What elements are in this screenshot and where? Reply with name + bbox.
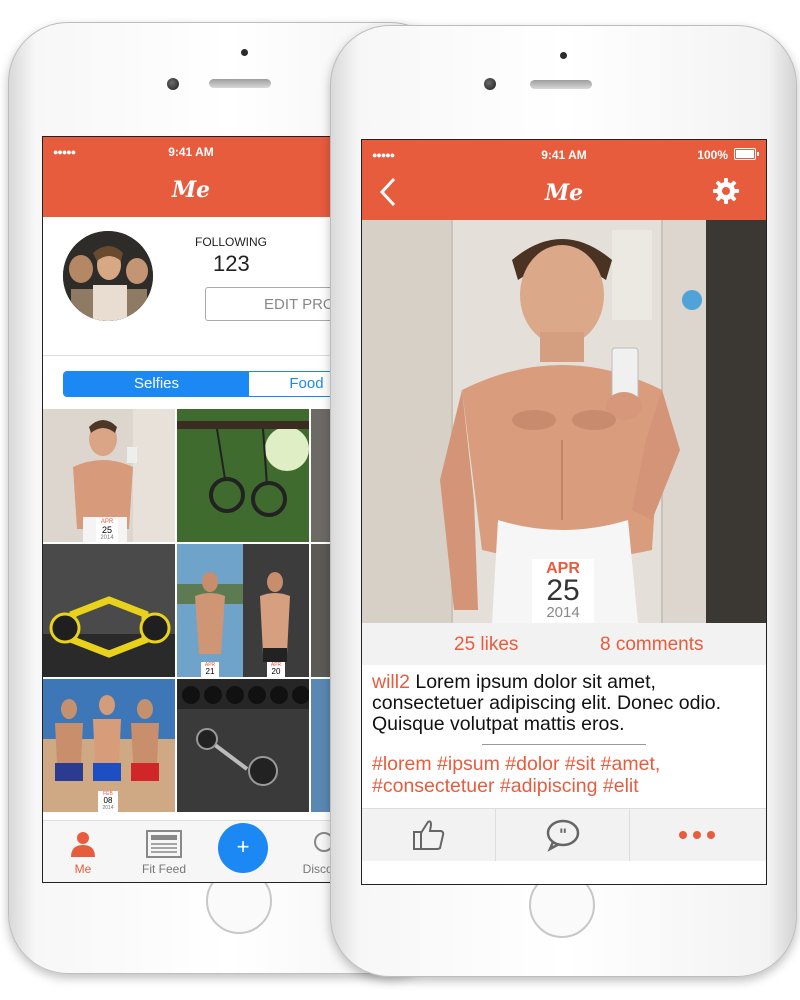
- battery-icon: [734, 148, 759, 160]
- post-photo[interactable]: APR 25 2014: [362, 220, 766, 623]
- tab-fit-feed-label: Fit Feed: [141, 862, 186, 876]
- front-camera: [484, 78, 496, 90]
- speaker-grille: [530, 80, 592, 89]
- date-card: APR 25 2014: [96, 519, 118, 542]
- grid-photo-gym[interactable]: [43, 544, 175, 677]
- date-day: 21: [205, 667, 215, 676]
- profile-header: FOLLOWING 123 EDIT PROFILE: [43, 217, 339, 356]
- date-day: 20: [271, 667, 281, 676]
- more-button[interactable]: [630, 809, 763, 861]
- phone-front: ●●●●● 9:41 AM 100% Me APR 25 2014 25 lik…: [330, 25, 797, 977]
- camera-dot: [560, 52, 567, 59]
- date-card: APR 21: [201, 662, 219, 677]
- date-year: 2014: [100, 535, 114, 541]
- date-year: 2014: [546, 604, 580, 621]
- battery-percent: 100%: [697, 148, 728, 162]
- grid-photo-dumbbells[interactable]: [177, 679, 309, 812]
- segmented-control: Selfies Food: [63, 371, 339, 397]
- post-hashtags[interactable]: #lorem #ipsum #dolor #sit #amet, #consec…: [372, 753, 760, 797]
- date-year: 2014: [102, 805, 114, 811]
- edit-profile-button[interactable]: EDIT PROFILE: [205, 287, 339, 321]
- page-title: Me: [544, 180, 584, 206]
- following-count[interactable]: 123: [213, 251, 250, 277]
- comments-count[interactable]: 8 comments: [600, 634, 703, 656]
- post-username[interactable]: will2: [372, 671, 410, 693]
- speaker-grille: [209, 79, 271, 88]
- comment-icon: ": [546, 819, 580, 852]
- post-screen: ●●●●● 9:41 AM 100% Me APR 25 2014 25 lik…: [361, 139, 767, 885]
- tab-bar: Me Fit Feed + Discover: [43, 820, 339, 882]
- grid-photo-selfie[interactable]: APR 25 2014: [43, 409, 175, 542]
- date-day: 25: [101, 525, 112, 535]
- like-button[interactable]: [362, 809, 496, 861]
- status-time: 9:41 AM: [168, 145, 214, 159]
- date-card: APR 20: [267, 662, 285, 677]
- segment-selfies[interactable]: Selfies: [64, 372, 249, 396]
- date-day: 08: [103, 796, 113, 805]
- following-label: FOLLOWING: [195, 235, 268, 249]
- post-caption: will2 Lorem ipsum dolor sit amet, consec…: [372, 672, 760, 735]
- camera-dot: [241, 49, 248, 56]
- post-stats-bar: 25 likes 8 comments: [362, 623, 766, 665]
- post-actions-bar: ": [362, 808, 766, 861]
- tab-fit-feed[interactable]: Fit Feed: [119, 821, 209, 876]
- svg-text:": ": [559, 825, 567, 844]
- front-camera: [167, 78, 179, 90]
- likes-count[interactable]: 25 likes: [454, 634, 518, 656]
- tab-me[interactable]: Me: [43, 821, 128, 876]
- status-bar: ●●●●● 9:41 AM 100%: [362, 140, 766, 168]
- caption-divider: [482, 744, 646, 745]
- profile-navbar: ●●●●● 9:41 AM Me: [43, 137, 339, 217]
- newspaper-icon: [146, 830, 182, 858]
- grid-photo-friends-beach[interactable]: FEB 08 2014: [43, 679, 175, 812]
- post-navbar: ●●●●● 9:41 AM 100% Me: [362, 140, 766, 220]
- gear-icon[interactable]: [712, 177, 740, 205]
- more-icon: [679, 831, 715, 839]
- date-day: 25: [546, 574, 580, 607]
- date-card: APR 25 2014: [532, 559, 594, 623]
- comment-button[interactable]: ": [496, 809, 630, 861]
- person-icon: [71, 832, 95, 857]
- grid-photo-rings[interactable]: [177, 409, 309, 542]
- segment-food[interactable]: Food: [249, 372, 339, 396]
- page-title: Me: [171, 177, 211, 203]
- status-bar: ●●●●● 9:41 AM: [43, 137, 339, 165]
- thumbs-up-icon: [413, 820, 445, 850]
- avatar[interactable]: [63, 231, 153, 321]
- tab-me-label: Me: [74, 862, 92, 876]
- grid-photo-beach-compare[interactable]: APR 21 APR 20: [177, 544, 309, 677]
- profile-screen: ●●●●● 9:41 AM Me FOLLOWING 123 EDIT PROF…: [42, 136, 340, 883]
- add-post-button[interactable]: +: [218, 823, 268, 873]
- caption-text: Lorem ipsum dolor sit amet, consectetuer…: [372, 671, 722, 735]
- date-card: FEB 08 2014: [98, 791, 118, 812]
